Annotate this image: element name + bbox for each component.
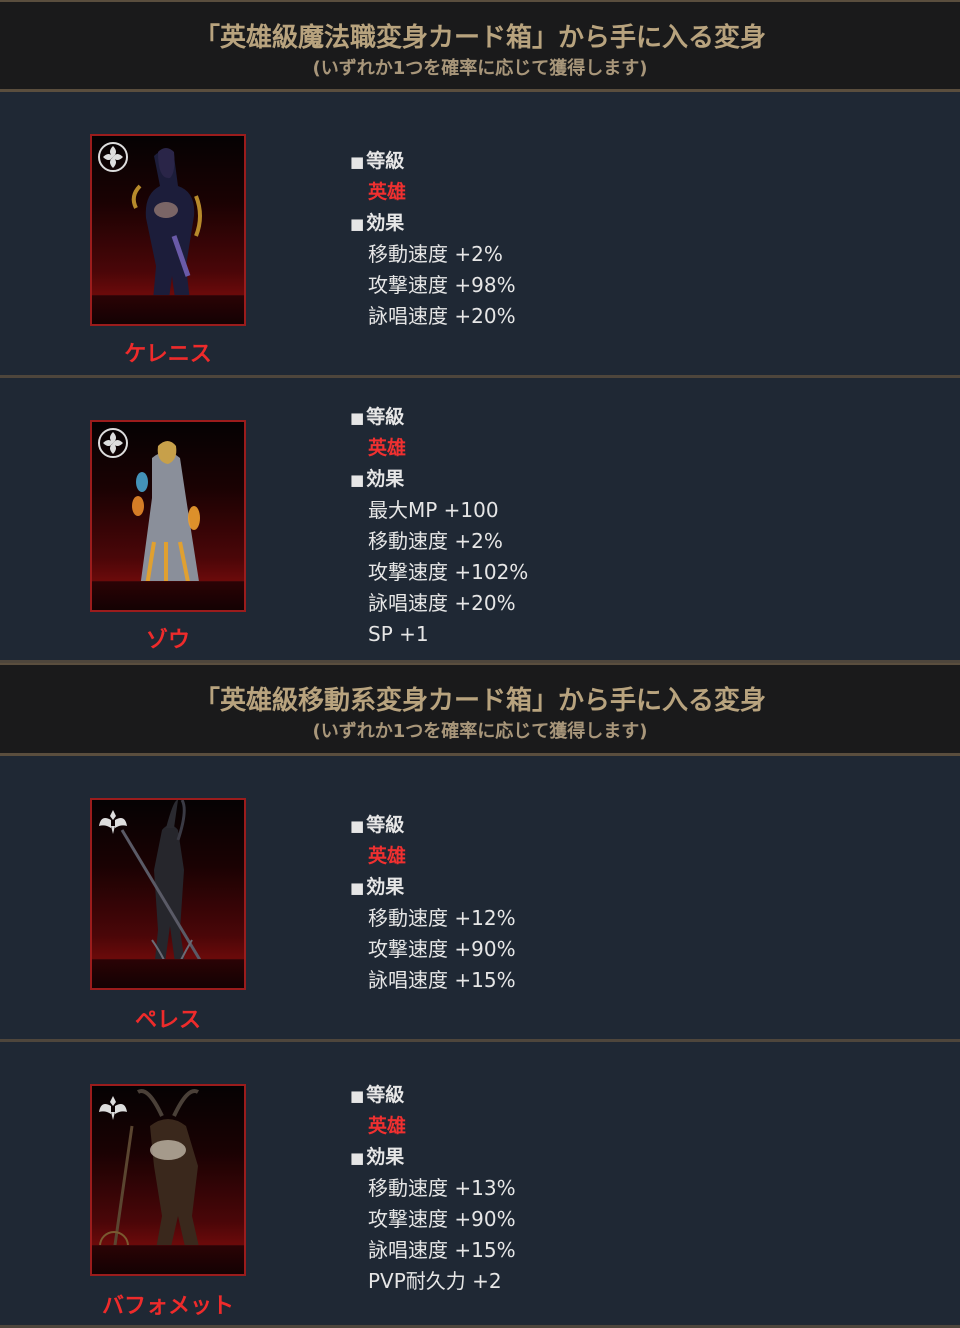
section-header-movement: 「英雄級移動系変身カード箱」から手に入る変身 (いずれか1つを確率に応じて獲得し…	[0, 663, 960, 756]
grade-label: ■ 等級	[350, 1084, 405, 1106]
section-title: 「英雄級移動系変身カード箱」から手に入る変身	[193, 686, 766, 716]
card-info: ■ 等級 英雄 ■ 効果 移動速度 +2% 攻撃速度 +98% 詠唱速度 +20%	[350, 146, 516, 332]
effects-label: ■ 効果	[350, 876, 405, 898]
section-title: 「英雄級魔法職変身カード箱」から手に入る変身	[193, 23, 766, 53]
effect-item: SP +1	[368, 622, 429, 646]
winged-emblem-icon	[99, 1096, 127, 1120]
transform-card: ゾウ ■ 等級 英雄 ■ 効果 最大MP +100 移動速度 +2% 攻撃速度 +1…	[0, 378, 960, 663]
grade-label: ■ 等級	[350, 150, 405, 172]
portrait-floor	[92, 581, 244, 610]
effect-item: 攻撃速度 +98%	[368, 273, 516, 297]
effects-label: ■ 効果	[350, 1146, 405, 1168]
effects-label: ■ 効果	[350, 468, 405, 490]
character-portrait	[90, 1084, 246, 1276]
effect-item: 攻撃速度 +102%	[368, 560, 529, 584]
portrait-floor	[92, 959, 244, 988]
grade-value: 英雄	[368, 845, 407, 867]
character-name: ペレス	[134, 1008, 201, 1033]
transform-card: ペレス ■ 等級 英雄 ■ 効果 移動速度 +12% 攻撃速度 +90% 詠唱速度 …	[0, 756, 960, 1042]
mage-class-emblem-icon	[98, 428, 128, 458]
mage-class-emblem-icon	[98, 142, 128, 172]
portrait-floor	[92, 295, 244, 324]
transform-card: ケレニス ■ 等級 英雄 ■ 効果 移動速度 +2% 攻撃速度 +98% 詠唱速度 …	[0, 92, 960, 378]
winged-emblem-icon	[99, 810, 127, 834]
character-name: ケレニス	[124, 342, 212, 367]
card-info: ■ 等級 英雄 ■ 効果 移動速度 +12% 攻撃速度 +90% 詠唱速度 +15%	[350, 810, 516, 996]
section-subtitle: (いずれか1つを確率に応じて獲得します)	[312, 721, 648, 742]
character-portrait	[90, 420, 246, 612]
transform-card: バフォメット ■ 等級 英雄 ■ 効果 移動速度 +13% 攻撃速度 +90% 詠唱…	[0, 1042, 960, 1328]
grade-value: 英雄	[368, 437, 407, 459]
grade-value: 英雄	[368, 181, 407, 203]
portrait-floor	[92, 1245, 244, 1274]
effect-item: 移動速度 +2%	[368, 529, 503, 553]
character-name: ゾウ	[145, 628, 190, 653]
effect-item: 移動速度 +13%	[368, 1176, 516, 1200]
card-info: ■ 等級 英雄 ■ 効果 最大MP +100 移動速度 +2% 攻撃速度 +102%…	[350, 402, 528, 650]
grade-label: ■ 等級	[350, 406, 405, 428]
section-header-mage: 「英雄級魔法職変身カード箱」から手に入る変身 (いずれか1つを確率に応じて獲得し…	[0, 0, 960, 92]
character-name: バフォメット	[101, 1294, 234, 1319]
grade-label: ■ 等級	[350, 814, 405, 836]
effect-item: 詠唱速度 +15%	[368, 968, 516, 992]
effect-item: 移動速度 +12%	[368, 906, 516, 930]
grade-value: 英雄	[368, 1115, 407, 1137]
effect-item: PVP耐久力 +2	[368, 1269, 502, 1293]
effect-item: 詠唱速度 +20%	[368, 591, 516, 615]
character-portrait	[90, 134, 246, 326]
effect-item: 攻撃速度 +90%	[368, 937, 516, 961]
character-portrait	[90, 798, 246, 990]
effect-item: 詠唱速度 +15%	[368, 1238, 516, 1262]
effects-label: ■ 効果	[350, 212, 405, 234]
effect-item: 攻撃速度 +90%	[368, 1207, 516, 1231]
card-info: ■ 等級 英雄 ■ 効果 移動速度 +13% 攻撃速度 +90% 詠唱速度 +15%…	[350, 1080, 516, 1297]
effect-item: 移動速度 +2%	[368, 242, 503, 266]
effect-item: 最大MP +100	[368, 498, 499, 522]
effect-item: 詠唱速度 +20%	[368, 304, 516, 328]
section-subtitle: (いずれか1つを確率に応じて獲得します)	[312, 58, 648, 79]
